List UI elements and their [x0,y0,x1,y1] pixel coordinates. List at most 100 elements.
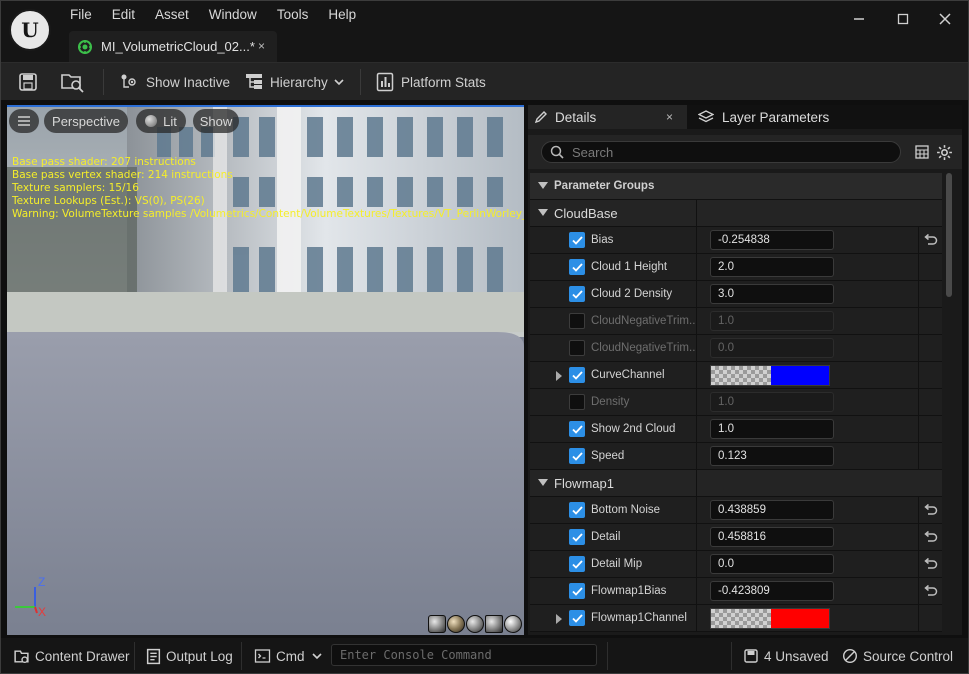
show-inactive-button[interactable]: Show Inactive [119,63,230,101]
tab-details-close-icon[interactable]: × [666,110,673,124]
override-checkbox[interactable] [569,502,585,518]
override-checkbox[interactable] [569,340,585,356]
cmd-dropdown[interactable]: Cmd [254,638,323,674]
property-list: Parameter Groups CloudBase Bias -0.254838 C… [530,173,942,635]
content-drawer-button[interactable]: Content Drawer [13,638,130,674]
category-header[interactable]: CloudBase [530,200,942,227]
value-input[interactable]: 0.0 [710,338,834,358]
details-panel: Details × Layer Parameters Parameter Gro… [528,105,962,635]
override-checkbox[interactable] [569,313,585,329]
preview-custom-mesh-icon[interactable] [504,615,522,633]
value-input[interactable]: 0.438859 [710,500,834,520]
parameter-groups-header[interactable]: Parameter Groups [530,173,942,200]
override-checkbox[interactable] [569,421,585,437]
hierarchy-icon [246,74,262,89]
value-input[interactable]: 0.0 [710,554,834,574]
menu-edit[interactable]: Edit [102,2,145,28]
menu-asset[interactable]: Asset [145,2,199,28]
reset-to-default-icon[interactable] [922,232,938,248]
override-checkbox[interactable] [569,556,585,572]
show-button[interactable]: Show [193,109,239,133]
menu-help[interactable]: Help [318,2,366,28]
tab-details[interactable]: Details × [528,105,687,129]
show-label: Show [199,113,233,129]
details-scrollbar[interactable] [946,173,952,297]
value-input[interactable]: -0.423809 [710,581,834,601]
table-view-icon[interactable] [915,145,929,162]
platform-stats-button[interactable]: Platform Stats [376,63,486,101]
menu-window[interactable]: Window [199,2,267,28]
statusbar-separator [731,642,732,670]
alpha-checker [711,609,771,628]
override-checkbox[interactable] [569,367,585,383]
menu-tools[interactable]: Tools [267,2,319,28]
browse-asset-icon[interactable] [60,63,86,101]
value-input[interactable]: -0.254838 [710,230,834,250]
tab-layer-parameters[interactable]: Layer Parameters [694,105,829,129]
preview-cylinder-icon[interactable] [428,615,446,633]
preview-sphere-icon[interactable] [447,615,465,633]
override-checkbox[interactable] [569,232,585,248]
reset-to-default-icon[interactable] [922,529,938,545]
unreal-logo-icon[interactable]: U [9,9,51,51]
hierarchy-button[interactable]: Hierarchy [244,63,345,101]
column-divider [696,497,697,524]
override-checkbox[interactable] [569,259,585,275]
reset-to-default-icon[interactable] [922,502,938,518]
override-checkbox[interactable] [569,610,585,626]
stat-line: Warning: VolumeTexture samples /Volumetr… [12,208,524,220]
stat-line: Texture samplers: 15/16 [12,182,139,194]
reset-to-default-icon[interactable] [922,583,938,599]
perspective-button[interactable]: Perspective [44,109,128,133]
console-command-input[interactable] [331,644,597,666]
override-checkbox[interactable] [569,583,585,599]
property-name: Cloud 1 Height [591,261,668,273]
hierarchy-label: Hierarchy [270,74,328,90]
column-divider [696,362,697,389]
minimize-icon[interactable] [848,8,870,30]
lit-button[interactable]: Lit [136,109,186,133]
value-input[interactable]: 1.0 [710,419,834,439]
search-input[interactable] [572,144,872,160]
save-icon[interactable] [18,63,38,101]
value-input[interactable]: 1.0 [710,392,834,412]
property-row: Cloud 2 Density 3.0 [530,281,942,308]
column-divider [918,524,919,551]
menu-file[interactable]: File [60,2,102,28]
value-input[interactable]: 2.0 [710,257,834,277]
column-divider [918,443,919,470]
material-preview-viewport[interactable]: Perspective Lit Show Base pass shader: 2… [7,105,524,635]
expand-arrow-icon[interactable] [556,614,562,624]
column-divider [696,200,697,227]
override-checkbox[interactable] [569,394,585,410]
category-header[interactable]: Flowmap1 [530,470,942,497]
preview-cube-icon[interactable] [485,615,503,633]
color-swatch[interactable] [710,365,830,386]
color-swatch[interactable] [710,608,830,629]
asset-tab-close-icon[interactable]: × [258,39,265,53]
column-divider [918,578,919,605]
close-window-icon[interactable] [934,8,956,30]
source-control-button[interactable]: Source Control [842,638,953,674]
value-input[interactable]: 3.0 [710,284,834,304]
viewport-menu-icon[interactable] [9,109,39,133]
asset-tab[interactable]: MI_VolumetricCloud_02...* × [69,31,277,62]
value-input[interactable]: 0.123 [710,446,834,466]
override-checkbox[interactable] [569,448,585,464]
unsaved-button[interactable]: 4 Unsaved [743,638,829,674]
value-input[interactable]: 0.458816 [710,527,834,547]
settings-gear-icon[interactable] [936,144,953,164]
override-checkbox[interactable] [569,529,585,545]
cmd-label: Cmd [276,648,305,664]
preview-plane-icon[interactable] [466,615,484,633]
expand-arrow-icon[interactable] [556,371,562,381]
reset-to-default-icon[interactable] [922,556,938,572]
pencil-icon [534,111,547,124]
property-name: Flowmap1Bias [591,585,667,597]
column-divider [918,335,919,362]
column-divider [696,227,697,254]
output-log-button[interactable]: Output Log [146,638,233,674]
value-input[interactable]: 1.0 [710,311,834,331]
maximize-icon[interactable] [892,8,914,30]
override-checkbox[interactable] [569,286,585,302]
